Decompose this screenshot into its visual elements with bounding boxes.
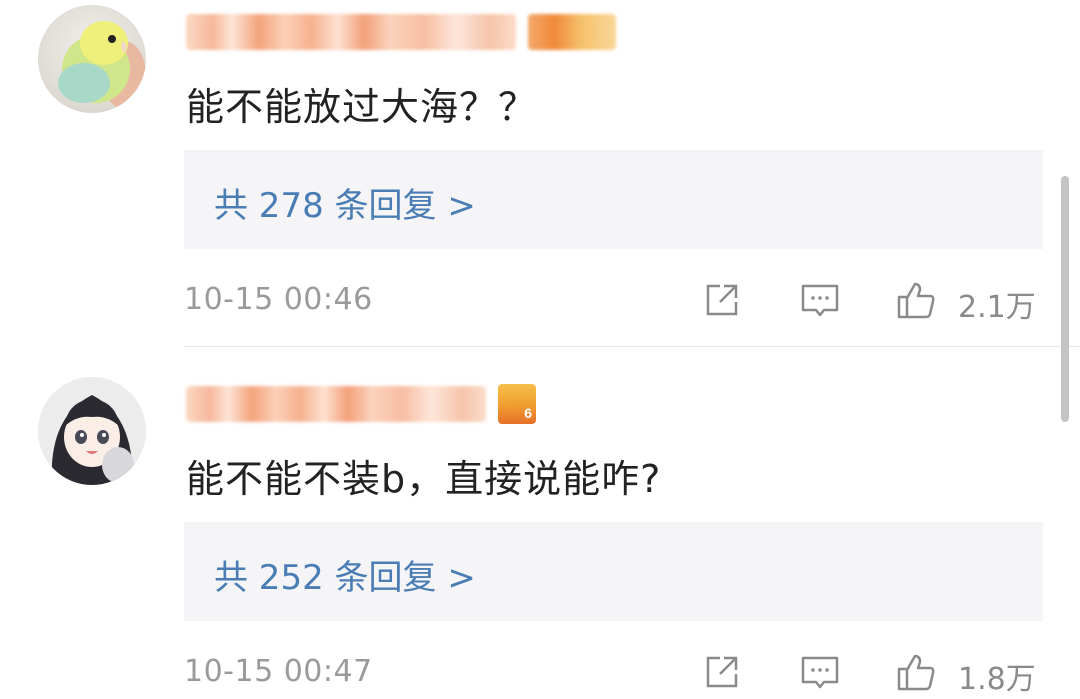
user-avatar[interactable] xyxy=(38,5,146,113)
blurred-username xyxy=(186,386,486,422)
like-button[interactable] xyxy=(896,652,936,692)
user-avatar[interactable] xyxy=(38,377,146,485)
comment-text: 能不能放过大海？？ xyxy=(186,85,538,129)
comment-meta: 10-15 00:47 1.8万 xyxy=(184,652,1044,697)
comment-button[interactable] xyxy=(800,652,840,692)
comment-text: 能不能不装b，直接说能咋? xyxy=(186,457,662,501)
thumbs-up-icon xyxy=(897,654,935,691)
like-count: 1.8万 xyxy=(958,662,1036,697)
share-icon xyxy=(706,656,738,688)
user-level-badge: 6 xyxy=(498,384,536,424)
comment-button[interactable] xyxy=(800,280,840,320)
username-blurred[interactable] xyxy=(186,12,626,52)
username-blurred[interactable]: 6 xyxy=(186,384,626,424)
share-icon xyxy=(706,284,738,316)
scrollbar-thumb[interactable] xyxy=(1061,176,1069,422)
comment-divider xyxy=(184,346,1080,347)
view-replies-link[interactable]: 共 252 条回复 > xyxy=(214,550,476,599)
share-button[interactable] xyxy=(702,652,742,692)
user-level-badge xyxy=(528,14,616,50)
like-button[interactable] xyxy=(896,280,936,320)
comment-icon xyxy=(801,656,839,689)
comment-meta: 10-15 00:46 2.1万 xyxy=(184,280,1044,325)
comment-icon xyxy=(801,284,839,317)
comment-timestamp: 10-15 00:47 xyxy=(184,654,373,689)
parrot-avatar-image xyxy=(38,5,146,113)
replies-box[interactable]: 共 278 条回复 > xyxy=(184,150,1043,249)
comment-timestamp: 10-15 00:46 xyxy=(184,282,373,317)
thumbs-up-icon xyxy=(897,282,935,319)
blurred-username xyxy=(186,14,516,50)
badge-level: 6 xyxy=(524,405,532,421)
like-count: 2.1万 xyxy=(958,290,1036,325)
view-replies-link[interactable]: 共 278 条回复 > xyxy=(214,178,476,227)
anime-girl-avatar-image xyxy=(38,377,146,485)
replies-box[interactable]: 共 252 条回复 > xyxy=(184,522,1043,621)
share-button[interactable] xyxy=(702,280,742,320)
